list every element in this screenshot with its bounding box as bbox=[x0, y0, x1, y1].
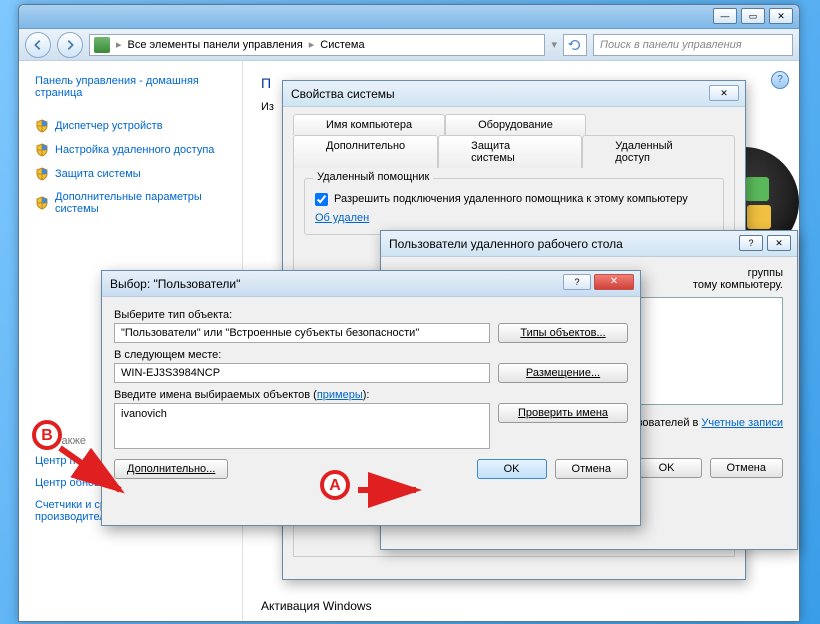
selusers-ok-button[interactable]: OK bbox=[477, 459, 547, 479]
remote-assist-checkbox[interactable] bbox=[315, 193, 328, 206]
nav-bar: ▸ Все элементы панели управления ▸ Систе… bbox=[19, 29, 799, 61]
check-names-button[interactable]: Проверить имена bbox=[498, 403, 628, 423]
shield-icon bbox=[35, 119, 49, 133]
remusers-desc-tail2: тому компьютеру. bbox=[693, 279, 783, 291]
examples-link[interactable]: примеры bbox=[317, 389, 363, 401]
sidebar-system-protection[interactable]: Защита системы bbox=[35, 167, 226, 181]
titlebar: — ▭ ✕ bbox=[19, 5, 799, 29]
location-value: WIN-EJ3S3984NCP bbox=[114, 363, 490, 383]
remusers-cancel-button[interactable]: Отмена bbox=[710, 458, 783, 478]
minimize-button[interactable]: — bbox=[713, 8, 737, 24]
user-accounts-link[interactable]: Учетные записи bbox=[701, 417, 783, 429]
sidebar-device-manager[interactable]: Диспетчер устройств bbox=[35, 119, 226, 133]
forward-button[interactable] bbox=[57, 32, 83, 58]
obj-type-label: Выберите тип объекта: bbox=[114, 309, 628, 321]
selusers-title: Выбор: "Пользователи" ? ✕ bbox=[102, 271, 640, 297]
shield-icon bbox=[35, 143, 49, 157]
arrow-b bbox=[54, 442, 134, 505]
address-bar[interactable]: ▸ Все элементы панели управления ▸ Систе… bbox=[89, 34, 545, 56]
locations-button[interactable]: Размещение... bbox=[498, 363, 628, 383]
tab-hardware[interactable]: Оборудование bbox=[445, 114, 586, 135]
selusers-close-button[interactable]: ✕ bbox=[594, 274, 634, 290]
shield-icon bbox=[35, 167, 49, 181]
sysprops-title: Свойства системы ✕ bbox=[283, 81, 745, 107]
maximize-button[interactable]: ▭ bbox=[741, 8, 765, 24]
arrow-a bbox=[356, 480, 426, 513]
location-label: В следующем месте: bbox=[114, 349, 628, 361]
sysprops-close-button[interactable]: ✕ bbox=[709, 85, 739, 101]
remote-assist-label: Разрешить подключения удаленного помощни… bbox=[334, 193, 688, 205]
selusers-cancel-button[interactable]: Отмена bbox=[555, 459, 628, 479]
remusers-title: Пользователи удаленного рабочего стола ?… bbox=[381, 231, 797, 257]
remote-assist-about-link[interactable]: Об удален bbox=[315, 212, 369, 224]
control-panel-icon bbox=[94, 37, 110, 53]
breadcrumb-root[interactable]: Все элементы панели управления bbox=[128, 39, 303, 51]
sidebar-remote-settings[interactable]: Настройка удаленного доступа bbox=[35, 143, 226, 157]
tab-advanced[interactable]: Дополнительно bbox=[293, 135, 438, 168]
search-input[interactable]: Поиск в панели управления bbox=[593, 34, 793, 56]
names-label: Введите имена выбираемых объектов (приме… bbox=[114, 389, 628, 401]
selusers-help-button[interactable]: ? bbox=[563, 274, 591, 290]
obj-type-value: "Пользователи" или "Встроенные субъекты … bbox=[114, 323, 490, 343]
refresh-button[interactable] bbox=[563, 34, 587, 56]
remusers-close-button[interactable]: ✕ bbox=[767, 235, 791, 251]
remusers-help-button[interactable]: ? bbox=[739, 235, 763, 251]
activation-heading: Активация Windows bbox=[261, 599, 372, 613]
remusers-desc-tail1: группы bbox=[748, 267, 783, 279]
tab-remote[interactable]: Удаленный доступ bbox=[582, 135, 735, 168]
callout-a: A bbox=[320, 470, 350, 500]
breadcrumb-current[interactable]: Система bbox=[320, 39, 364, 51]
tab-protection[interactable]: Защита системы bbox=[438, 135, 582, 168]
names-input[interactable]: ivanovich bbox=[114, 403, 490, 449]
back-button[interactable] bbox=[25, 32, 51, 58]
sidebar-advanced-settings[interactable]: Дополнительные параметры системы bbox=[35, 191, 226, 215]
shield-icon bbox=[35, 196, 49, 210]
remusers-ok-button[interactable]: OK bbox=[632, 458, 702, 478]
object-types-button[interactable]: Типы объектов... bbox=[498, 323, 628, 343]
callout-b: B bbox=[32, 420, 62, 450]
close-button[interactable]: ✕ bbox=[769, 8, 793, 24]
group-remote-assist-label: Удаленный помощник bbox=[313, 171, 433, 183]
help-icon[interactable]: ? bbox=[771, 71, 789, 89]
sidebar-home-link[interactable]: Панель управления - домашняя страница bbox=[35, 75, 226, 99]
tab-computer-name[interactable]: Имя компьютера bbox=[293, 114, 445, 135]
